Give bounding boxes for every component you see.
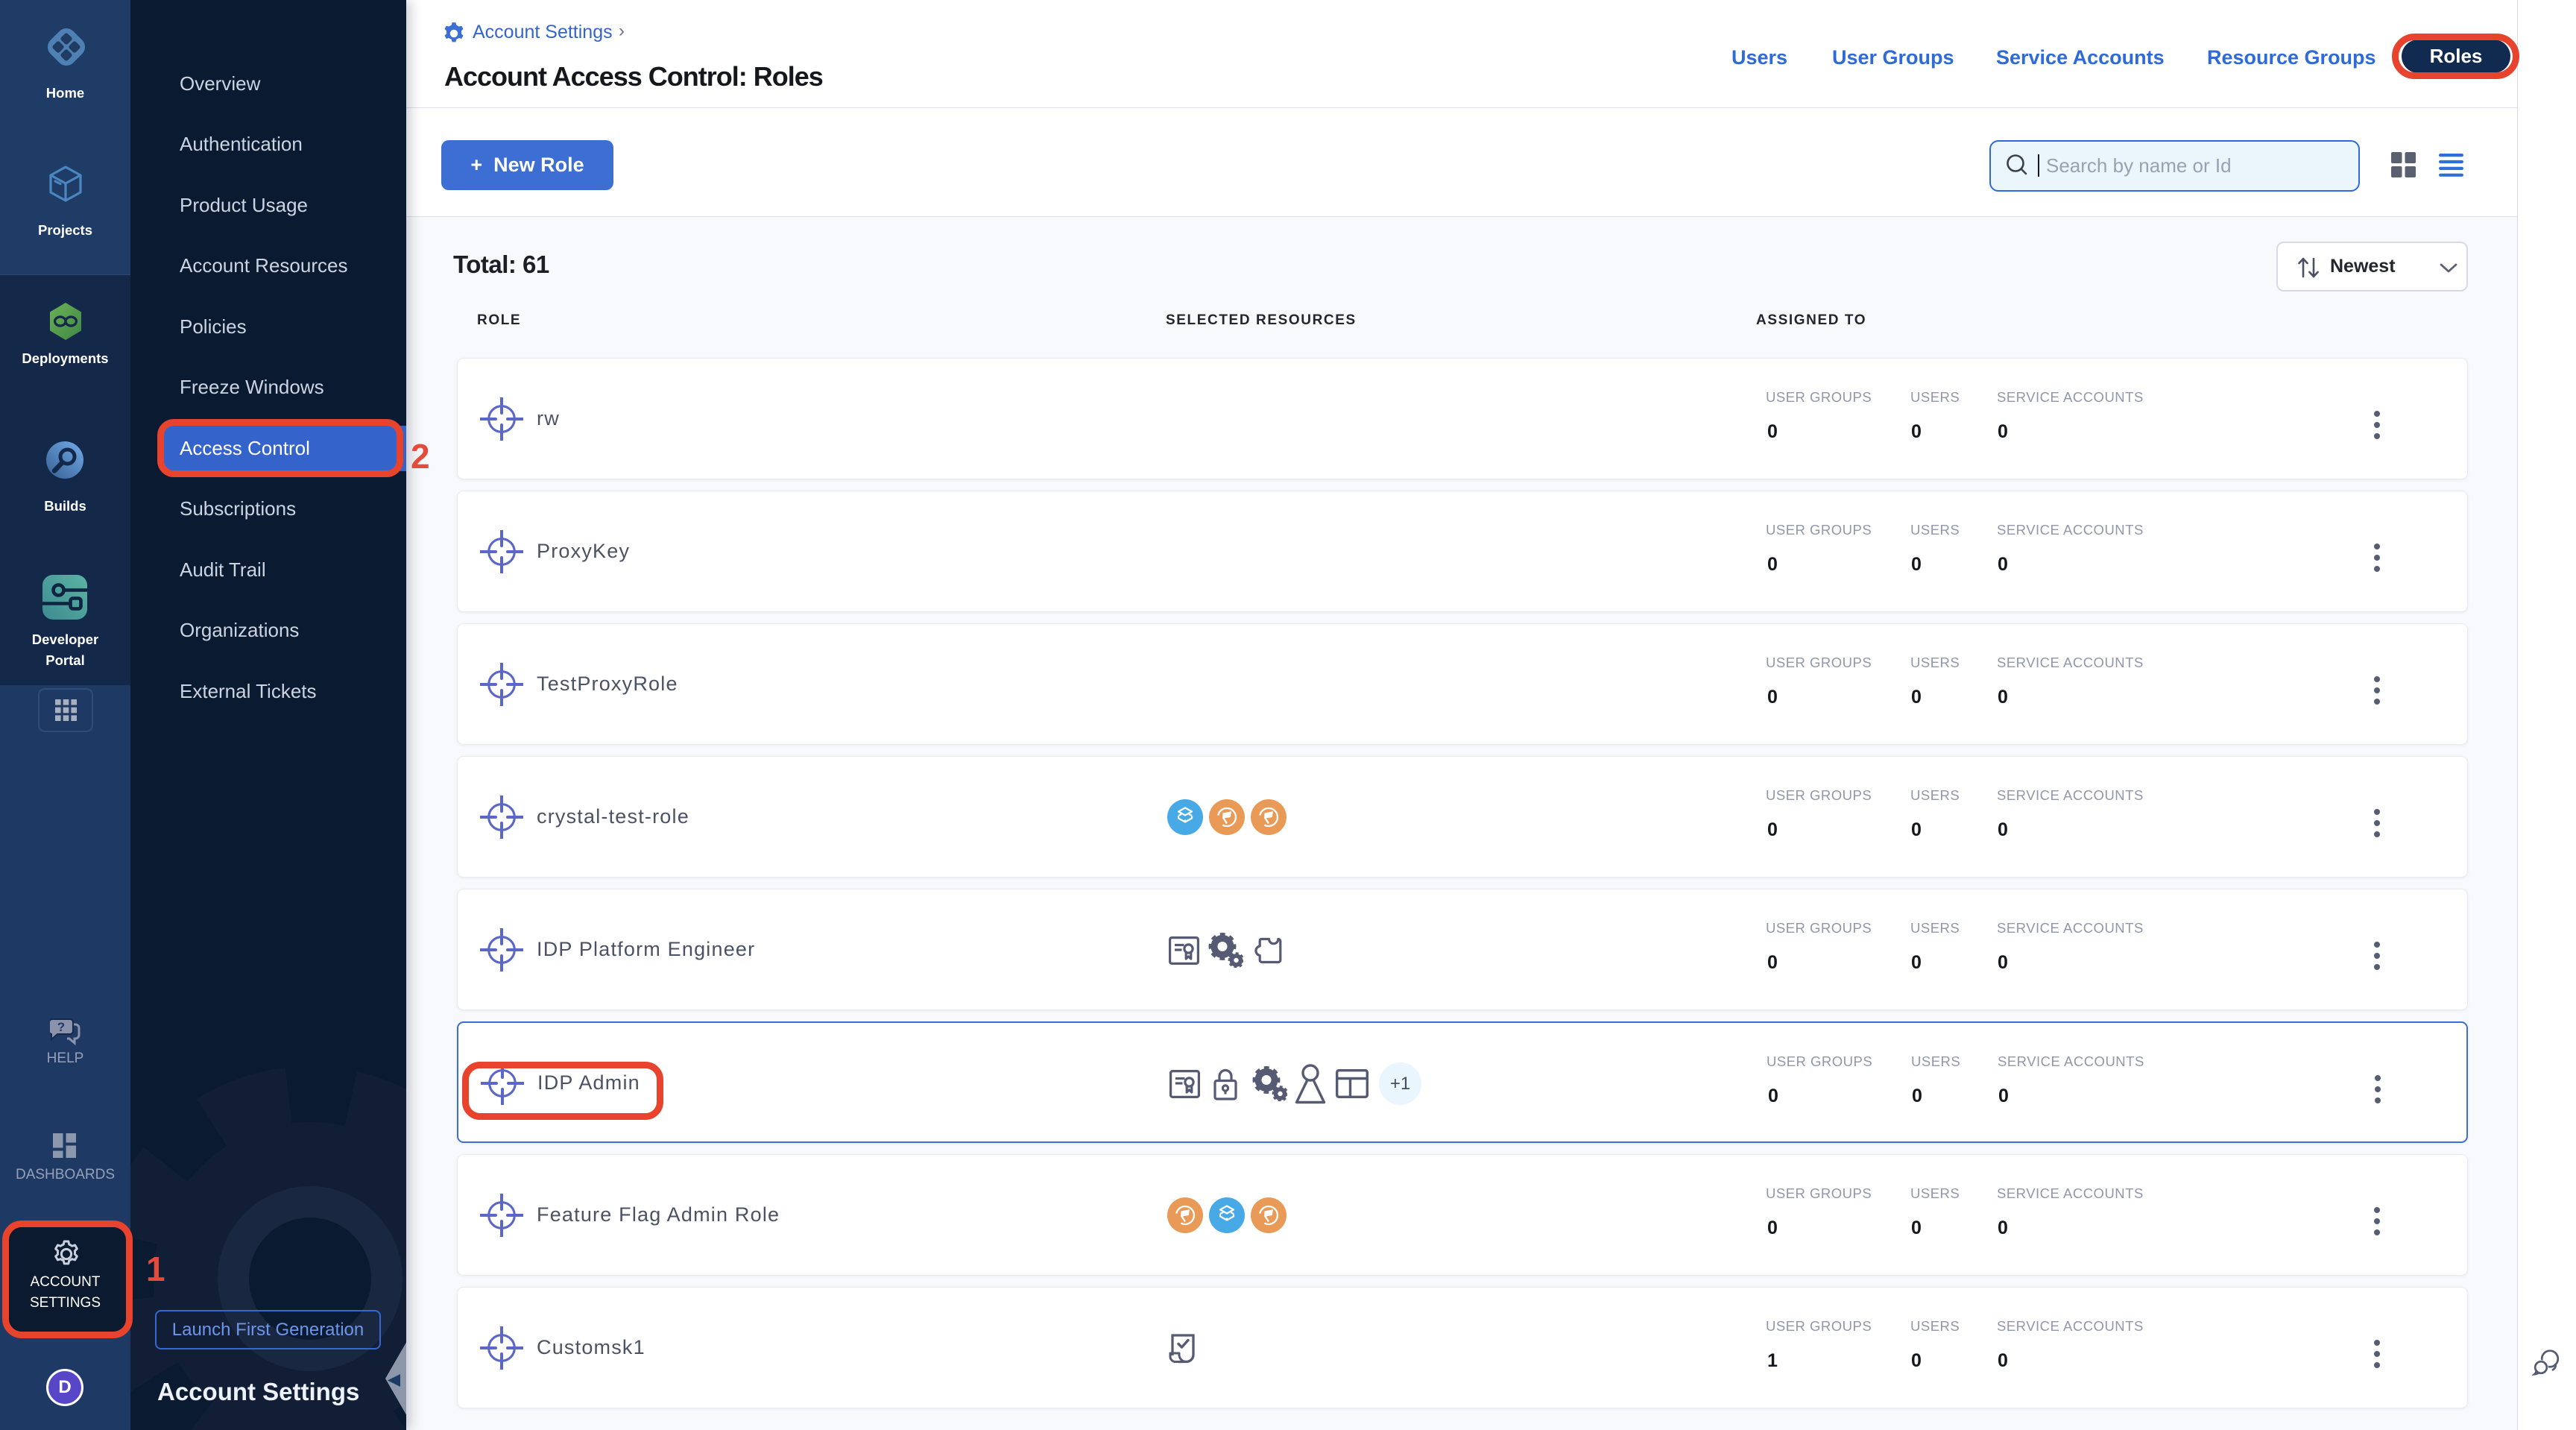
svg-text:?: ? [57, 1020, 65, 1034]
